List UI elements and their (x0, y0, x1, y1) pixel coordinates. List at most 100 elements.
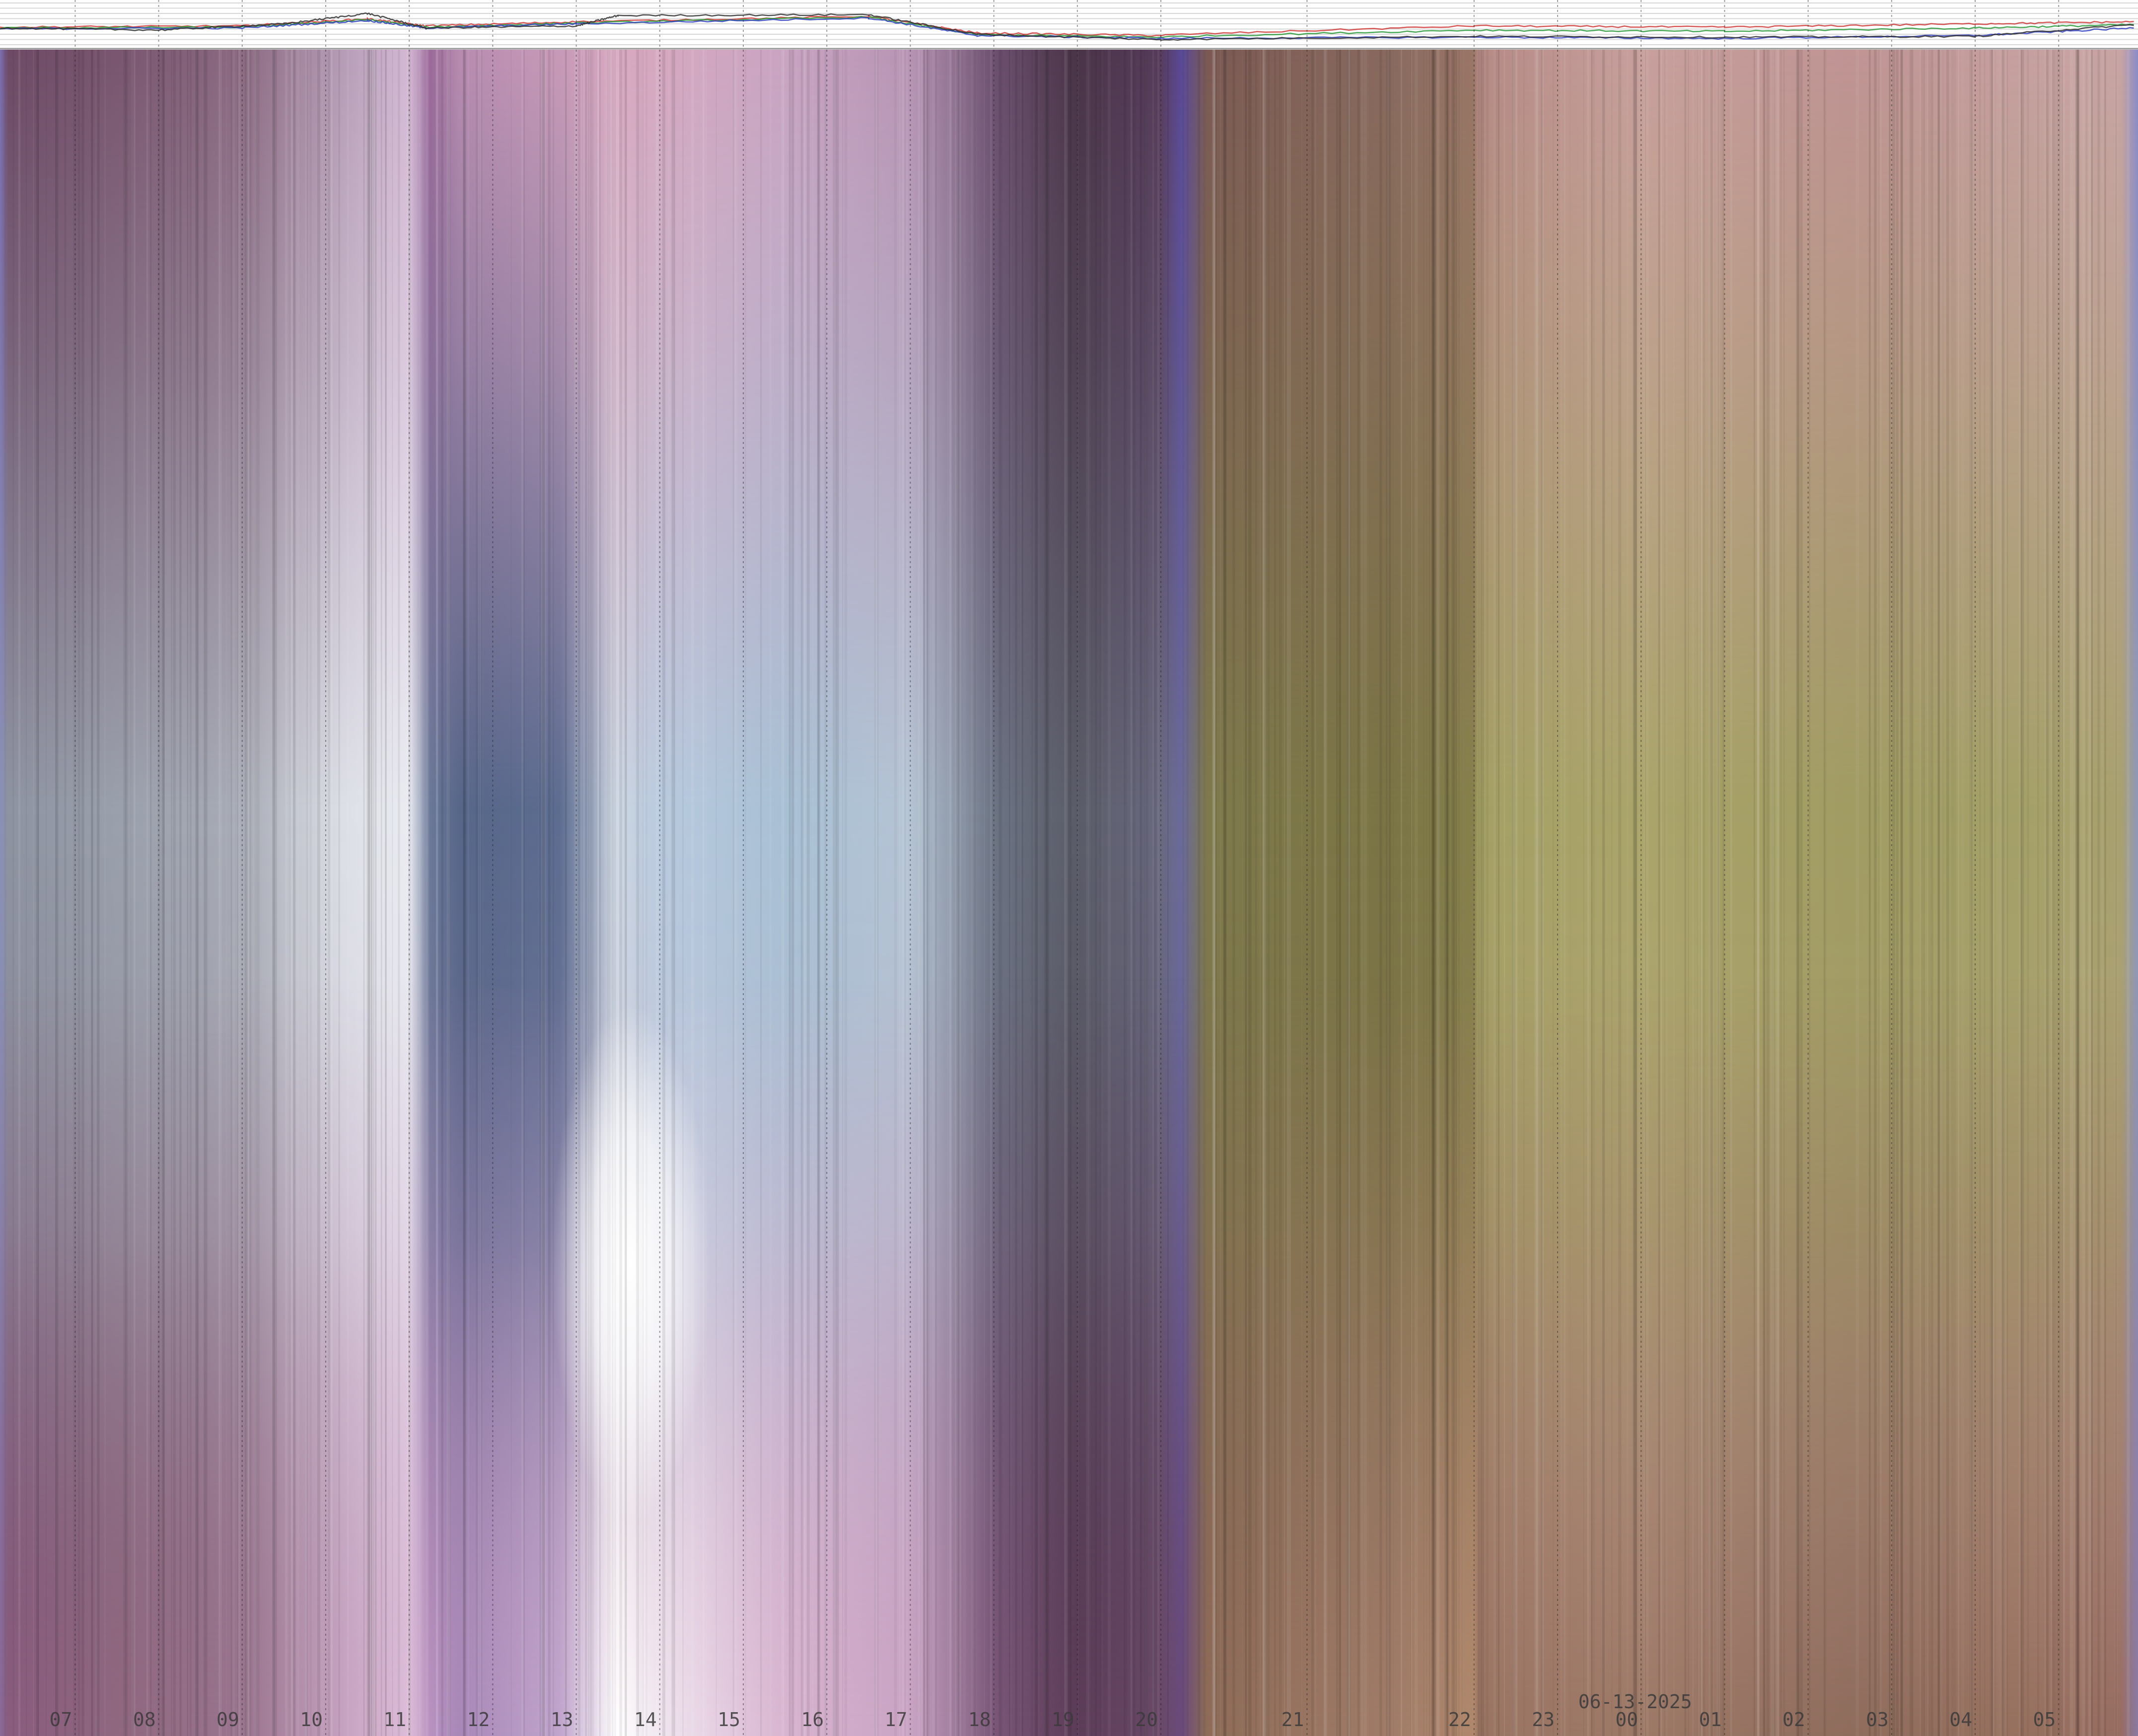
streak (91, 50, 94, 1736)
streak (1999, 50, 2002, 1736)
streak (899, 50, 901, 1736)
streak (480, 50, 484, 1736)
streak (2072, 50, 2075, 1736)
streak (610, 50, 613, 1736)
streak (1478, 50, 1480, 1736)
streak (1232, 50, 1234, 1736)
streak (392, 50, 393, 1736)
streak (130, 50, 133, 1736)
streak (1480, 50, 1482, 1736)
streak (180, 50, 182, 1736)
streak (81, 50, 84, 1736)
streak (305, 50, 307, 1736)
streak (2116, 50, 2117, 1736)
streak (55, 50, 57, 1736)
streak (207, 50, 208, 1736)
streak (955, 50, 959, 1736)
streak (2046, 50, 2049, 1736)
streak (1823, 50, 1825, 1736)
streak (1664, 50, 1665, 1736)
streak (1800, 50, 1803, 1736)
streak (1722, 50, 1724, 1736)
streak (150, 50, 151, 1736)
streak (656, 50, 659, 1736)
streak (1658, 50, 1660, 1736)
streak (46, 50, 47, 1736)
streak (1879, 50, 1882, 1736)
streak (157, 50, 161, 1736)
streak (671, 50, 675, 1736)
brightness-graph (0, 0, 2138, 50)
streak (553, 50, 554, 1736)
date-label: 06-13-2025 (1578, 1691, 1692, 1713)
streak (1553, 50, 1554, 1736)
streak (1720, 50, 1722, 1736)
x-tick-label: 04 (1949, 1709, 1972, 1731)
x-tick-label: 02 (1782, 1709, 1805, 1731)
streak (1909, 50, 1911, 1736)
streak (2027, 50, 2029, 1736)
streak (238, 50, 241, 1736)
streak (2080, 50, 2082, 1736)
x-tick-label: 10 (300, 1709, 323, 1731)
streak (2018, 50, 2020, 1736)
streak (123, 50, 127, 1736)
streak (1771, 50, 1775, 1736)
streak (607, 50, 611, 1736)
streak (1124, 50, 1125, 1736)
streak (254, 50, 257, 1736)
streak (926, 50, 928, 1736)
streak (733, 50, 737, 1736)
streak (662, 50, 665, 1736)
x-tick-label: 12 (467, 1709, 490, 1731)
streak (408, 50, 411, 1736)
streak (1701, 50, 1702, 1736)
streak (616, 50, 619, 1736)
streak (1346, 50, 1349, 1736)
streak (1410, 50, 1411, 1736)
x-tick-label: 03 (1866, 1709, 1889, 1731)
streak (682, 50, 684, 1736)
streak (1911, 50, 1914, 1736)
streak (1766, 50, 1770, 1736)
streak (604, 50, 607, 1736)
streak (1660, 50, 1662, 1736)
streak (1497, 50, 1499, 1736)
streak (935, 50, 937, 1736)
streak (2052, 50, 2055, 1736)
streak (419, 50, 420, 1736)
streak (874, 50, 878, 1736)
streak (245, 50, 248, 1736)
streak (328, 50, 331, 1736)
streak (1503, 50, 1505, 1736)
streak (230, 50, 232, 1736)
streak (226, 50, 227, 1736)
streak (1692, 50, 1694, 1736)
streak (760, 50, 762, 1736)
streak (1564, 50, 1566, 1736)
keogram-chart: 07 08 09 10 11 12 13 14 15 16 17 18 19 20 21 22 23 00 01 02… (0, 0, 2138, 1736)
streak (347, 50, 349, 1736)
streak (1010, 50, 1011, 1736)
streak (523, 50, 524, 1736)
streak (1069, 50, 1072, 1736)
streak (95, 50, 98, 1736)
streak (894, 50, 898, 1736)
x-tick-label: 13 (551, 1709, 573, 1731)
streak (812, 50, 813, 1736)
streak (1260, 50, 1261, 1736)
streak (1314, 50, 1316, 1736)
streak (970, 50, 973, 1736)
streak (296, 50, 299, 1736)
x-tick-label: 01 (1699, 1709, 1722, 1731)
streak (171, 50, 172, 1736)
streak (1618, 50, 1622, 1736)
streak (415, 50, 418, 1736)
streak (162, 50, 165, 1736)
streak (2097, 50, 2100, 1736)
streak (902, 50, 905, 1736)
streak (1643, 50, 1645, 1736)
streak (845, 50, 848, 1736)
x-tick-label: 18 (968, 1709, 991, 1731)
streak (1592, 50, 1595, 1736)
